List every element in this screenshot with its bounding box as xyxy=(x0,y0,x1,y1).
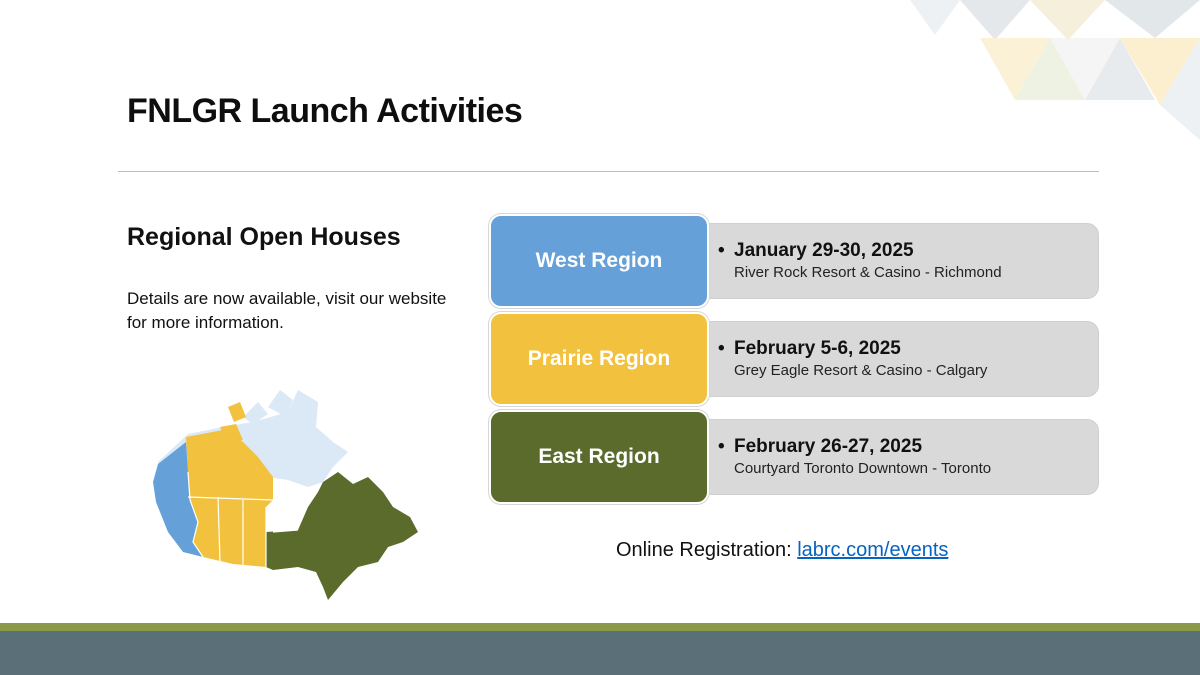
description-text: Details are now available, visit our web… xyxy=(127,289,447,332)
region-label-east: East Region xyxy=(489,410,709,504)
region-row-prairie: • February 5-6, 2025 Grey Eagle Resort & … xyxy=(489,312,1101,406)
footer-accent-bar xyxy=(0,623,1200,631)
decorative-triangles xyxy=(910,0,1200,140)
registration-link[interactable]: labrc.com/events xyxy=(797,539,948,561)
region-row-east: • February 26-27, 2025 Courtyard Toronto … xyxy=(489,410,1101,504)
event-venue: River Rock Resort & Casino - Richmond xyxy=(734,264,1002,281)
region-detail-prairie: • February 5-6, 2025 Grey Eagle Resort & … xyxy=(689,321,1099,397)
region-detail-west: • January 29-30, 2025 River Rock Resort &… xyxy=(689,223,1099,299)
event-date: January 29-30, 2025 xyxy=(734,240,914,261)
event-venue: Grey Eagle Resort & Casino - Calgary xyxy=(734,362,988,379)
region-label-west: West Region xyxy=(489,214,709,308)
title-divider xyxy=(118,171,1099,172)
event-date: February 5-6, 2025 xyxy=(734,338,901,359)
section-heading: Regional Open Houses xyxy=(127,223,401,251)
event-date: February 26-27, 2025 xyxy=(734,436,923,457)
region-row-west: • January 29-30, 2025 River Rock Resort &… xyxy=(489,214,1101,308)
region-detail-east: • February 26-27, 2025 Courtyard Toronto … xyxy=(689,419,1099,495)
registration-label: Online Registration: xyxy=(616,539,798,561)
footer-bar xyxy=(0,631,1200,675)
canada-regions-map-icon xyxy=(153,390,418,600)
region-label-prairie: Prairie Region xyxy=(489,312,709,406)
page-title: FNLGR Launch Activities xyxy=(127,92,523,130)
online-registration: Online Registration: labrc.com/events xyxy=(616,539,948,562)
event-venue: Courtyard Toronto Downtown - Toronto xyxy=(734,460,992,477)
